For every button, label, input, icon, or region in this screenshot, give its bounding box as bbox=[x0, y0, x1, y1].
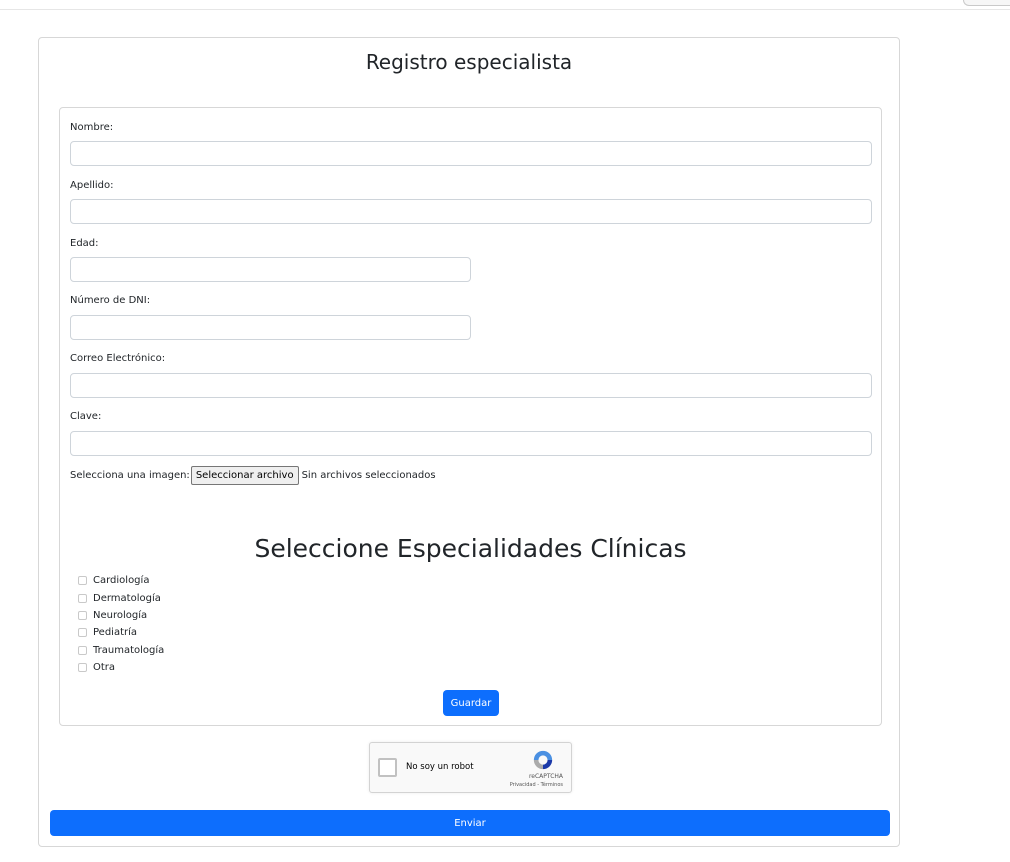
specialty-label: Neurología bbox=[93, 609, 148, 621]
recaptcha-terms[interactable]: Privacidad - Términos bbox=[510, 782, 563, 788]
edad-input[interactable] bbox=[70, 257, 471, 282]
apellido-input[interactable] bbox=[70, 199, 872, 224]
file-upload-row: Selecciona una imagen: Seleccionar archi… bbox=[70, 466, 436, 485]
send-button[interactable]: Enviar bbox=[50, 810, 890, 836]
specialty-neurologia[interactable]: Neurología bbox=[78, 607, 164, 624]
browser-corner bbox=[963, 0, 1010, 6]
registration-card: Registro especialista Nombre: Apellido: … bbox=[38, 37, 900, 847]
specialty-cardiologia[interactable]: Cardiología bbox=[78, 572, 164, 589]
specialty-dermatologia[interactable]: Dermatología bbox=[78, 589, 164, 606]
recaptcha-logo-icon bbox=[533, 750, 553, 770]
recaptcha-label: No soy un robot bbox=[406, 762, 474, 772]
nombre-input[interactable] bbox=[70, 141, 872, 166]
file-label: Selecciona una imagen: bbox=[70, 470, 190, 481]
apellido-label: Apellido: bbox=[70, 180, 114, 191]
clave-label: Clave: bbox=[70, 411, 102, 422]
specialties-title: Seleccione Especialidades Clínicas bbox=[254, 534, 687, 563]
specialty-label: Cardiología bbox=[93, 575, 150, 587]
specialty-label: Traumatología bbox=[93, 644, 165, 656]
edad-label: Edad: bbox=[70, 238, 99, 249]
checkbox[interactable] bbox=[78, 645, 87, 655]
dni-input[interactable] bbox=[70, 315, 471, 340]
page-title: Registro especialista bbox=[365, 50, 573, 74]
checkbox[interactable] bbox=[78, 628, 87, 638]
recaptcha-widget: No soy un robot reCAPTCHA Privacidad - T… bbox=[369, 742, 572, 793]
recaptcha-brand: reCAPTCHA bbox=[528, 773, 563, 780]
checkbox[interactable] bbox=[78, 663, 87, 673]
nombre-label: Nombre: bbox=[70, 122, 114, 133]
file-status: Sin archivos seleccionados bbox=[301, 470, 436, 481]
specialty-pediatria[interactable]: Pediatría bbox=[78, 624, 164, 641]
email-input[interactable] bbox=[70, 373, 872, 398]
recaptcha-checkbox[interactable] bbox=[378, 758, 397, 777]
clave-input[interactable] bbox=[70, 431, 872, 456]
specialty-label: Pediatría bbox=[93, 627, 138, 639]
specialty-label: Dermatología bbox=[93, 592, 161, 604]
specialty-otra[interactable]: Otra bbox=[78, 659, 164, 676]
specialty-traumatologia[interactable]: Traumatología bbox=[78, 642, 164, 659]
browser-top-bar bbox=[0, 0, 1010, 10]
checkbox[interactable] bbox=[78, 576, 87, 586]
form-card: Nombre: Apellido: Edad: Número de DNI: C… bbox=[59, 107, 882, 726]
specialties-list: Cardiología Dermatología Neurología Pedi… bbox=[78, 572, 164, 676]
specialty-label: Otra bbox=[93, 662, 116, 674]
dni-label: Número de DNI: bbox=[70, 295, 151, 306]
checkbox[interactable] bbox=[78, 610, 87, 620]
email-label: Correo Electrónico: bbox=[70, 353, 166, 364]
checkbox[interactable] bbox=[78, 593, 87, 603]
select-file-button[interactable]: Seleccionar archivo bbox=[190, 466, 299, 485]
save-button[interactable]: Guardar bbox=[443, 690, 499, 716]
